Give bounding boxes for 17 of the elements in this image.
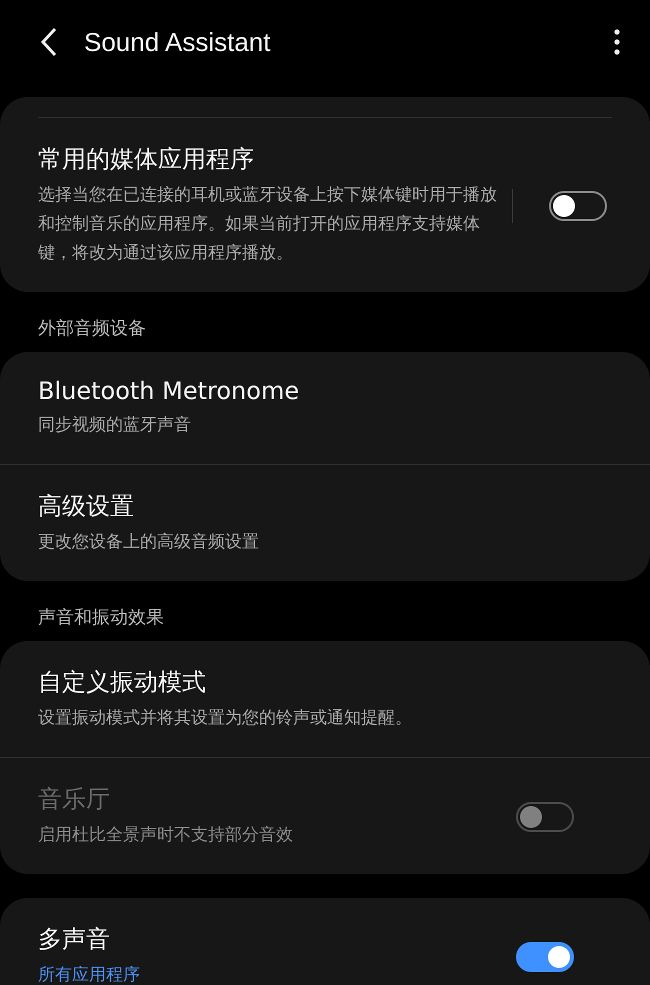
setting-title: 自定义振动模式 xyxy=(38,667,207,698)
toggle-switch[interactable] xyxy=(549,190,607,220)
setting-description: 同步视频的蓝牙声音 xyxy=(38,414,192,437)
setting-description: 更改您设备上的高级音频设置 xyxy=(38,531,260,554)
setting-description: 选择当您在已连接的耳机或蓝牙设备上按下媒体键时用于播放和控制音乐的应用程序。如果当前打开的应用程序支持媒体键，将改为通过该应用程序播放。 xyxy=(38,184,498,265)
section-heading: 声音和振动效果 xyxy=(37,606,165,630)
setting-title: 多声音 xyxy=(38,924,111,955)
toggle-switch[interactable] xyxy=(516,942,574,972)
setting-description: 启用杜比全景声时不支持部分音效 xyxy=(38,824,294,847)
setting-title: 常用的媒体应用程序 xyxy=(38,144,255,175)
setting-title: 音乐厅 xyxy=(38,784,111,815)
setting-description: 所有应用程序 xyxy=(38,964,141,985)
setting-description: 设置振动模式并将其设置为您的铃声或通知提醒。 xyxy=(38,707,413,730)
section-heading: 外部音频设备 xyxy=(37,317,147,341)
setting-title: 高级设置 xyxy=(38,491,135,522)
screen-title: Sound Assistant xyxy=(84,26,272,58)
setting-title: Bluetooth Metronome xyxy=(38,377,300,405)
